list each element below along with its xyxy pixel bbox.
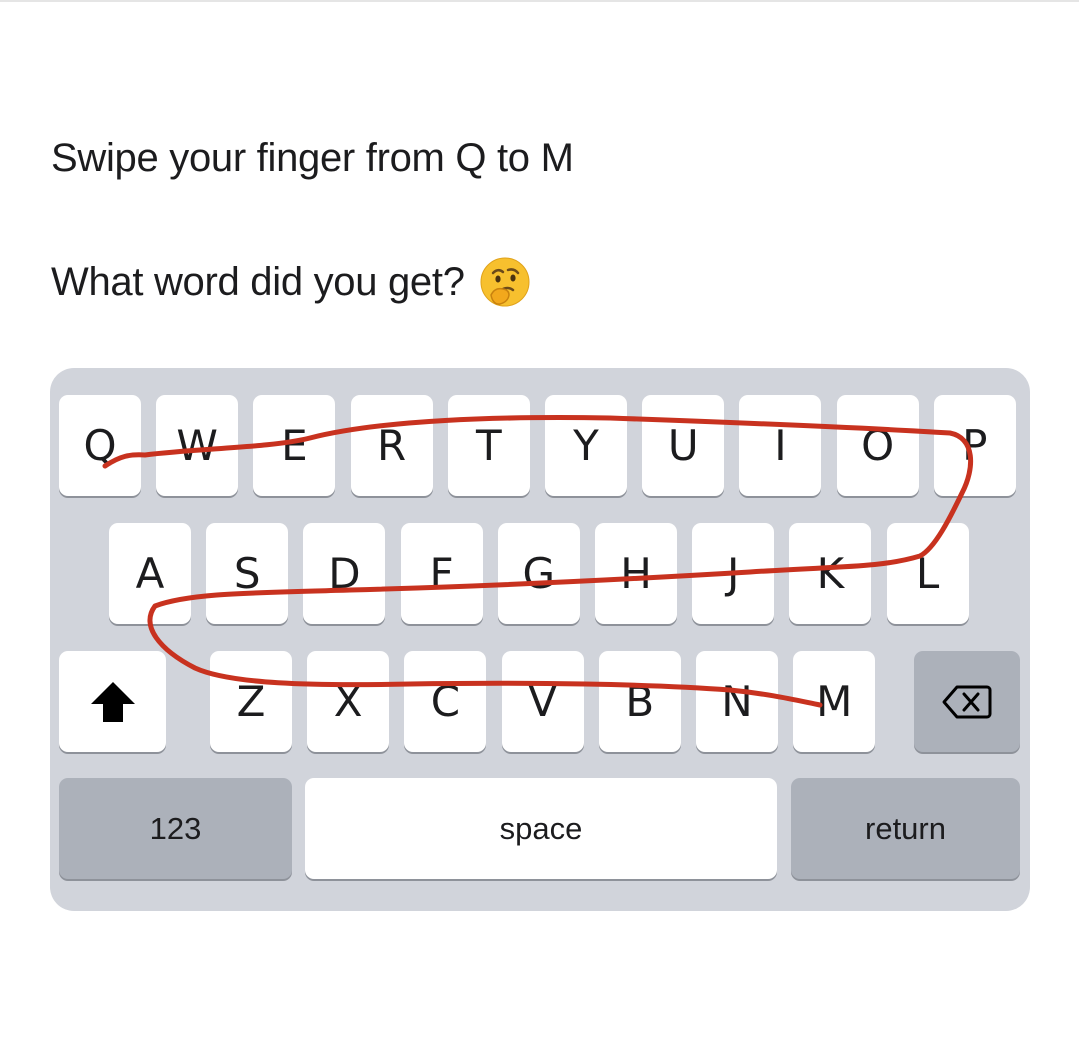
key-b-label: B: [625, 677, 655, 726]
key-l-label: L: [915, 549, 940, 598]
key-a[interactable]: A: [109, 523, 191, 624]
key-r[interactable]: R: [350, 395, 433, 496]
key-p-label: P: [962, 421, 988, 470]
caption-question: What word did you get?: [51, 259, 465, 304]
key-w-label: W: [176, 421, 218, 470]
key-o-label: O: [861, 421, 895, 470]
key-n-label: N: [721, 677, 753, 726]
key-f-label: F: [429, 549, 454, 598]
key-i-label: I: [774, 421, 787, 470]
key-u-label: U: [667, 421, 699, 470]
return-key-label: return: [865, 810, 946, 846]
key-t[interactable]: T: [447, 395, 530, 496]
shift-key[interactable]: [59, 651, 166, 752]
key-q-label: Q: [83, 421, 117, 470]
key-s-label: S: [233, 549, 261, 598]
key-z-label: Z: [236, 677, 266, 726]
return-key[interactable]: return: [791, 778, 1020, 879]
key-t-label: T: [475, 421, 502, 470]
key-y[interactable]: Y: [545, 395, 627, 496]
key-v[interactable]: V: [501, 651, 584, 752]
space-key[interactable]: space: [305, 778, 777, 879]
key-q[interactable]: Q: [59, 395, 141, 496]
key-e[interactable]: E: [253, 395, 336, 496]
key-i[interactable]: I: [739, 395, 822, 496]
key-c-label: C: [430, 677, 461, 726]
key-j[interactable]: J: [692, 523, 775, 624]
key-g-label: G: [522, 549, 556, 598]
key-w[interactable]: W: [156, 395, 239, 496]
key-j-label: J: [726, 549, 740, 598]
key-d-label: D: [328, 549, 361, 598]
numbers-key[interactable]: 123: [59, 778, 292, 879]
key-k[interactable]: K: [789, 523, 872, 624]
key-a-label: A: [135, 549, 165, 598]
key-r-label: R: [377, 421, 407, 470]
key-h[interactable]: H: [595, 523, 677, 624]
key-v-label: V: [528, 677, 557, 726]
key-p[interactable]: P: [933, 395, 1016, 496]
caption-line-1: Swipe your finger from Q to M: [51, 136, 574, 180]
key-x[interactable]: X: [307, 651, 390, 752]
shift-arrow-icon: [90, 681, 135, 722]
top-divider: [0, 0, 1079, 2]
thinking-face-icon: [480, 257, 530, 307]
key-y-label: Y: [573, 421, 599, 470]
key-m[interactable]: M: [793, 651, 876, 752]
caption-line-2: What word did you get?: [51, 256, 531, 308]
key-m-label: M: [816, 677, 853, 726]
key-h-label: H: [620, 549, 652, 598]
keyboard: Q W E R T Y U I O P A S D F G H J K L Z X C V B N M 123 space return: [50, 368, 1030, 911]
key-c[interactable]: C: [404, 651, 487, 752]
key-g[interactable]: G: [497, 523, 580, 624]
key-u[interactable]: U: [642, 395, 725, 496]
delete-key[interactable]: [914, 651, 1020, 752]
key-b[interactable]: B: [598, 651, 681, 752]
key-z[interactable]: Z: [210, 651, 292, 752]
key-o[interactable]: O: [836, 395, 919, 496]
key-s[interactable]: S: [206, 523, 289, 624]
numbers-key-label: 123: [149, 810, 202, 846]
space-key-label: space: [499, 810, 583, 846]
key-d[interactable]: D: [303, 523, 386, 624]
key-l[interactable]: L: [886, 523, 969, 624]
key-n[interactable]: N: [696, 651, 778, 752]
key-k-label: K: [816, 549, 845, 598]
key-x-label: X: [333, 677, 363, 726]
delete-backspace-icon: [942, 685, 992, 718]
key-e-label: E: [281, 421, 308, 470]
key-f[interactable]: F: [400, 523, 483, 624]
